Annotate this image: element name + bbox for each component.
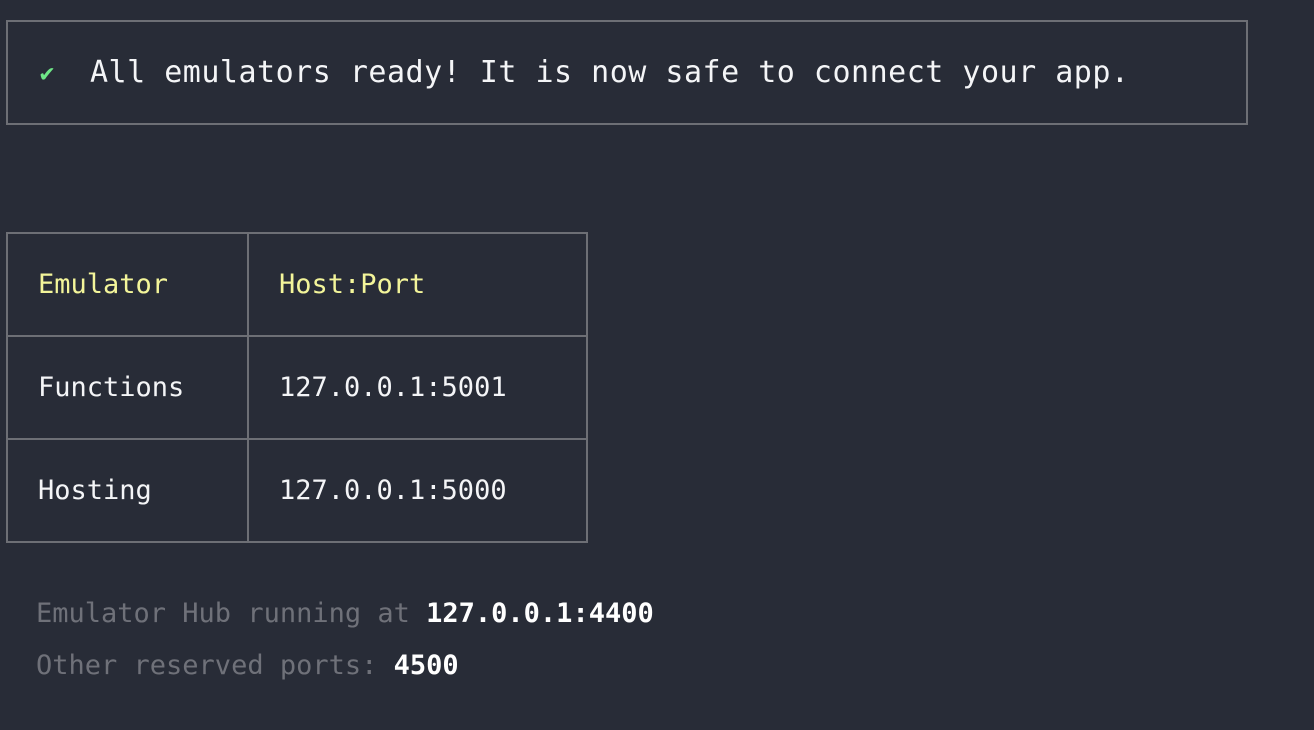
table-header-row: Emulator Host:Port [6, 232, 588, 337]
reserved-ports-label: Other reserved ports: [36, 650, 394, 681]
table-row: Functions 127.0.0.1:5001 [6, 335, 588, 440]
banner-message: All emulators ready! It is now safe to c… [90, 55, 1130, 90]
cell-emulator-name: Hosting [6, 438, 249, 543]
check-icon: ✔ [39, 58, 55, 87]
column-header-emulator: Emulator [6, 232, 249, 337]
emulator-hub-address: 127.0.0.1:4400 [426, 598, 654, 629]
column-header-host-port: Host:Port [247, 232, 588, 337]
emulator-hub-line: Emulator Hub running at 127.0.0.1:4400 [36, 588, 654, 640]
emulators-table: Emulator Host:Port Functions 127.0.0.1:5… [6, 232, 588, 543]
cell-emulator-address: 127.0.0.1:5000 [247, 438, 588, 543]
footer-info: Emulator Hub running at 127.0.0.1:4400 O… [36, 588, 654, 692]
terminal-output: ✔ All emulators ready! It is now safe to… [0, 0, 1314, 730]
cell-emulator-address: 127.0.0.1:5001 [247, 335, 588, 440]
reserved-ports-value: 4500 [393, 650, 459, 681]
reserved-ports-line: Other reserved ports: 4500 [36, 640, 654, 692]
cell-emulator-name: Functions [6, 335, 249, 440]
table-row: Hosting 127.0.0.1:5000 [6, 438, 588, 543]
emulator-hub-label: Emulator Hub running at [36, 598, 427, 629]
emulators-ready-banner: ✔ All emulators ready! It is now safe to… [6, 20, 1248, 125]
